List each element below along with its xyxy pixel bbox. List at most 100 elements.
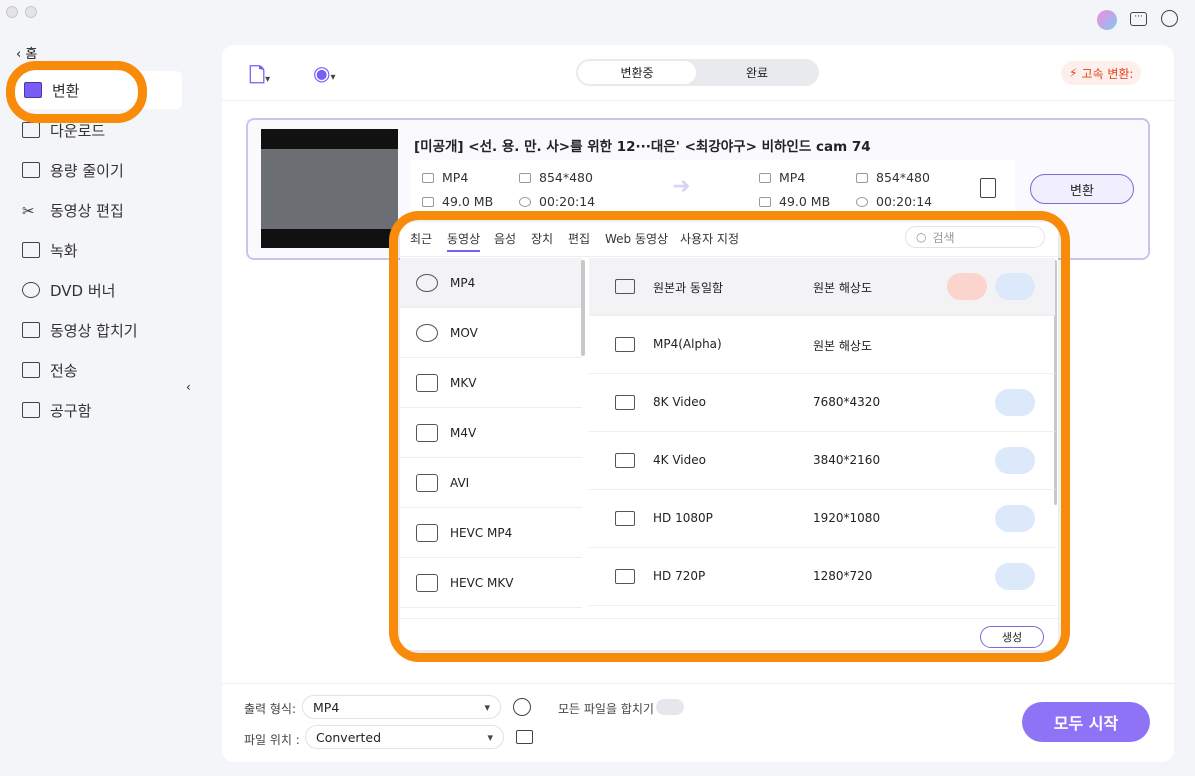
hardware-accel-icon[interactable] xyxy=(995,505,1035,532)
preset-resolution: 7680*4320 xyxy=(813,395,881,409)
home-label: 홈 xyxy=(25,47,38,62)
sidebar-item-toolbox[interactable]: 공구함 xyxy=(22,391,182,429)
tab-video[interactable]: 동영상 xyxy=(447,230,481,252)
search-input[interactable]: ○ 검색 xyxy=(905,226,1045,248)
format-item-mov[interactable]: MOV xyxy=(400,308,582,358)
transfer-icon xyxy=(22,362,40,378)
format-item-m4v[interactable]: M4V xyxy=(400,408,582,458)
download-icon xyxy=(22,122,40,138)
m4v-icon xyxy=(416,423,438,442)
preset-resolution: 원본 해상도 xyxy=(813,281,873,295)
avi-icon xyxy=(416,473,438,492)
avatar[interactable] xyxy=(1097,10,1117,30)
tab-custom[interactable]: 사용자 지정 xyxy=(680,230,739,247)
format-label: MOV xyxy=(450,325,478,340)
tab-edit[interactable]: 편집 xyxy=(568,230,590,247)
file-location-value: Converted xyxy=(316,729,382,745)
format-item-hevc-mkv[interactable]: HEVC MKV xyxy=(400,558,582,608)
format-item-mkv[interactable]: MKV xyxy=(400,358,582,408)
video-icon xyxy=(615,453,635,468)
preset-row[interactable]: 8K Video 7680*4320 xyxy=(589,374,1055,432)
add-from-device-button[interactable]: ◉▾ xyxy=(313,61,335,85)
home-link[interactable]: ‹ 홈 xyxy=(16,43,37,62)
convert-button[interactable]: 변환 xyxy=(1030,174,1134,204)
hardware-accel-icon[interactable] xyxy=(995,447,1035,474)
fast-convert-toggle[interactable]: ⚡ 고속 변환: xyxy=(1061,61,1142,85)
tab-audio[interactable]: 음성 xyxy=(494,230,516,247)
rocket-icon[interactable] xyxy=(947,273,987,300)
collapse-sidebar-button[interactable]: ‹ xyxy=(186,380,191,394)
message-icon[interactable]: ··· xyxy=(1130,12,1147,26)
sidebar-item-download[interactable]: 다운로드 xyxy=(22,111,182,149)
merge-toggle[interactable] xyxy=(656,699,684,715)
merge-icon xyxy=(22,322,40,338)
video-thumbnail[interactable] xyxy=(261,129,398,248)
sidebar-item-label: 동영상 편집 xyxy=(50,201,124,220)
output-format-label: 출력 형식: xyxy=(244,702,297,716)
file-info xyxy=(410,160,1015,220)
folder-open-icon[interactable] xyxy=(516,730,533,744)
resolution-icon xyxy=(856,172,868,183)
status-toggle: 변환중 완료 xyxy=(576,59,819,86)
tab-converting[interactable]: 변환중 xyxy=(578,61,696,84)
sidebar-item-compress[interactable]: 용량 줄이기 xyxy=(22,151,182,189)
preset-resolution: 원본 해상도 xyxy=(813,339,873,353)
hardware-accel-icon[interactable] xyxy=(995,389,1035,416)
scissors-icon: ✂ xyxy=(22,202,35,220)
tab-device[interactable]: 장치 xyxy=(531,230,553,247)
sidebar-item-convert[interactable]: 변환 xyxy=(12,71,182,109)
output-format-select[interactable]: MP4 xyxy=(302,695,501,719)
output-format-value: MP4 xyxy=(313,699,340,715)
sidebar-item-label: 변환 xyxy=(52,81,80,100)
window-minimize[interactable] xyxy=(25,6,37,18)
target-format: MP4 xyxy=(779,170,806,185)
lightning-icon: ⚡ xyxy=(1069,66,1078,80)
add-file-button[interactable]: 🗋▾ xyxy=(249,61,270,95)
folder-icon xyxy=(422,196,434,207)
format-list-scrollbar[interactable] xyxy=(581,260,585,356)
sidebar-item-merge[interactable]: 동영상 합치기 xyxy=(22,311,182,349)
sidebar-item-label: 녹화 xyxy=(50,241,78,260)
create-button[interactable]: 생성 xyxy=(980,626,1044,648)
preset-row[interactable]: 원본과 동일함 원본 해상도 xyxy=(589,258,1055,316)
preset-row[interactable]: HD 720P 1280*720 xyxy=(589,548,1055,606)
tab-finished[interactable]: 완료 xyxy=(698,61,816,84)
format-settings-icon[interactable] xyxy=(513,698,531,716)
source-duration: 00:20:14 xyxy=(539,194,596,209)
format-item-avi[interactable]: AVI xyxy=(400,458,582,508)
settings-file-icon[interactable] xyxy=(980,178,996,198)
video-icon xyxy=(615,395,635,410)
preset-name: HD 720P xyxy=(653,569,706,583)
sidebar-item-label: 용량 줄이기 xyxy=(50,161,124,180)
arrow-icon: ➜ xyxy=(672,174,691,199)
format-item-hevc-mp4[interactable]: HEVC MP4 xyxy=(400,508,582,558)
preset-resolution: 3840*2160 xyxy=(813,453,881,467)
tab-web-video[interactable]: Web 동영상 xyxy=(605,230,668,247)
clock-icon xyxy=(519,196,531,207)
hevc-icon xyxy=(416,573,438,592)
target-duration: 00:20:14 xyxy=(876,194,933,209)
video-icon xyxy=(615,279,635,294)
preset-row[interactable]: HD 1080P 1920*1080 xyxy=(589,490,1055,548)
preset-resolution: 1920*1080 xyxy=(813,511,881,525)
format-item-mp4[interactable]: MP4 xyxy=(400,258,582,308)
window-close[interactable] xyxy=(6,6,18,18)
sidebar-item-dvd[interactable]: DVD 버너 xyxy=(22,271,182,309)
resolution-icon xyxy=(519,172,531,183)
preset-row[interactable]: 4K Video 3840*2160 xyxy=(589,432,1055,490)
mp4-icon xyxy=(416,273,438,292)
hardware-accel-icon[interactable] xyxy=(995,273,1035,300)
search-placeholder: 검색 xyxy=(932,230,955,245)
file-location-select[interactable]: Converted xyxy=(305,725,504,749)
hardware-accel-icon[interactable] xyxy=(995,563,1035,590)
sidebar-item-record[interactable]: 녹화 xyxy=(22,231,182,269)
tab-recent[interactable]: 최근 xyxy=(410,230,432,247)
headset-icon[interactable] xyxy=(1161,10,1178,27)
preset-row[interactable]: MP4(Alpha) 원본 해상도 xyxy=(589,316,1055,374)
record-icon xyxy=(22,242,40,258)
start-all-button[interactable]: 모두 시작 xyxy=(1022,702,1150,742)
video-icon xyxy=(615,337,635,352)
video-icon xyxy=(615,511,635,526)
sidebar-item-transfer[interactable]: 전송 xyxy=(22,351,182,389)
sidebar-item-edit[interactable]: ✂ 동영상 편집 xyxy=(22,191,182,229)
